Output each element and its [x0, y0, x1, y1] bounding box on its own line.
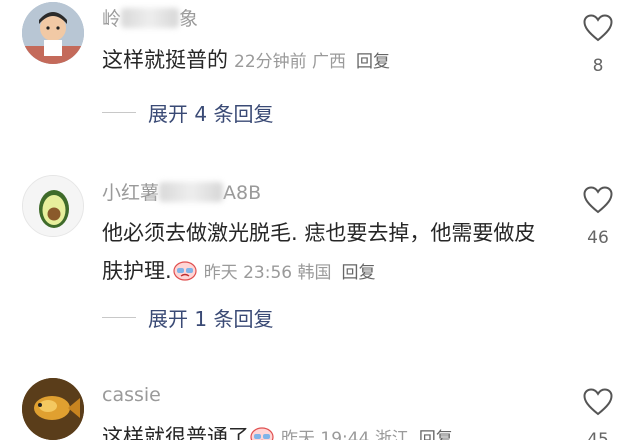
comment-time: 昨天 23:56 [203, 263, 293, 283]
fish-avatar-icon [22, 378, 84, 440]
crying-face-emoji-icon [172, 255, 198, 281]
comment-time: 昨天 19:44 [281, 429, 370, 440]
comment-text: 这样就挺普的 [102, 48, 228, 72]
comment-location: 广西 [312, 52, 347, 72]
like-button[interactable]: 45 [578, 388, 618, 440]
comment-meta: 昨天 19:44 浙江 回复 [281, 429, 453, 440]
comment-location: 韩国 [297, 263, 332, 283]
avatar[interactable] [22, 2, 84, 64]
crying-face-emoji-icon [249, 421, 275, 440]
username[interactable]: cassie [102, 384, 161, 406]
comment-time: 22分钟前 [234, 52, 307, 72]
heart-icon [583, 388, 613, 416]
avatar[interactable] [22, 175, 84, 237]
like-count: 8 [592, 56, 604, 76]
comment-body[interactable]: 他必须去做激光脱毛. 痣也要去掉，他需要做皮肤护理. 昨天 23:56 韩国 回复 [102, 214, 552, 292]
reply-button[interactable]: 回复 [419, 429, 453, 440]
username[interactable]: 岭象 [102, 4, 198, 31]
expand-replies-button[interactable]: 展开 1 条回复 [102, 303, 273, 332]
like-button[interactable]: 8 [578, 14, 618, 76]
comment-location: 浙江 [374, 429, 409, 440]
avatar[interactable] [22, 378, 84, 440]
like-button[interactable]: 46 [578, 186, 618, 248]
comment-meta: 22分钟前 广西 回复 [234, 52, 390, 72]
username[interactable]: 小红薯 A8B [102, 178, 261, 205]
comment-body[interactable]: 这样就很普通了 昨天 19:44 浙江 回复 [102, 418, 552, 440]
comment-body[interactable]: 这样就挺普的 22分钟前 广西 回复 [102, 41, 552, 81]
comment-meta: 昨天 23:56 韩国 回复 [204, 263, 376, 283]
divider-line [102, 111, 136, 114]
redacted-name-blur [159, 182, 224, 202]
reply-button[interactable]: 回复 [342, 263, 376, 283]
expand-replies-button[interactable]: 展开 4 条回复 [102, 98, 273, 127]
redacted-name-blur [121, 8, 180, 28]
cartoon-boy-avatar-icon [22, 2, 84, 64]
heart-icon [583, 186, 613, 214]
reply-button[interactable]: 回复 [356, 52, 390, 72]
like-count: 45 [587, 430, 609, 440]
like-count: 46 [587, 228, 609, 248]
divider-line [102, 316, 136, 319]
comment-text: 这样就很普通了 [102, 425, 249, 440]
avocado-avatar-icon [23, 176, 83, 236]
heart-icon [583, 14, 613, 42]
